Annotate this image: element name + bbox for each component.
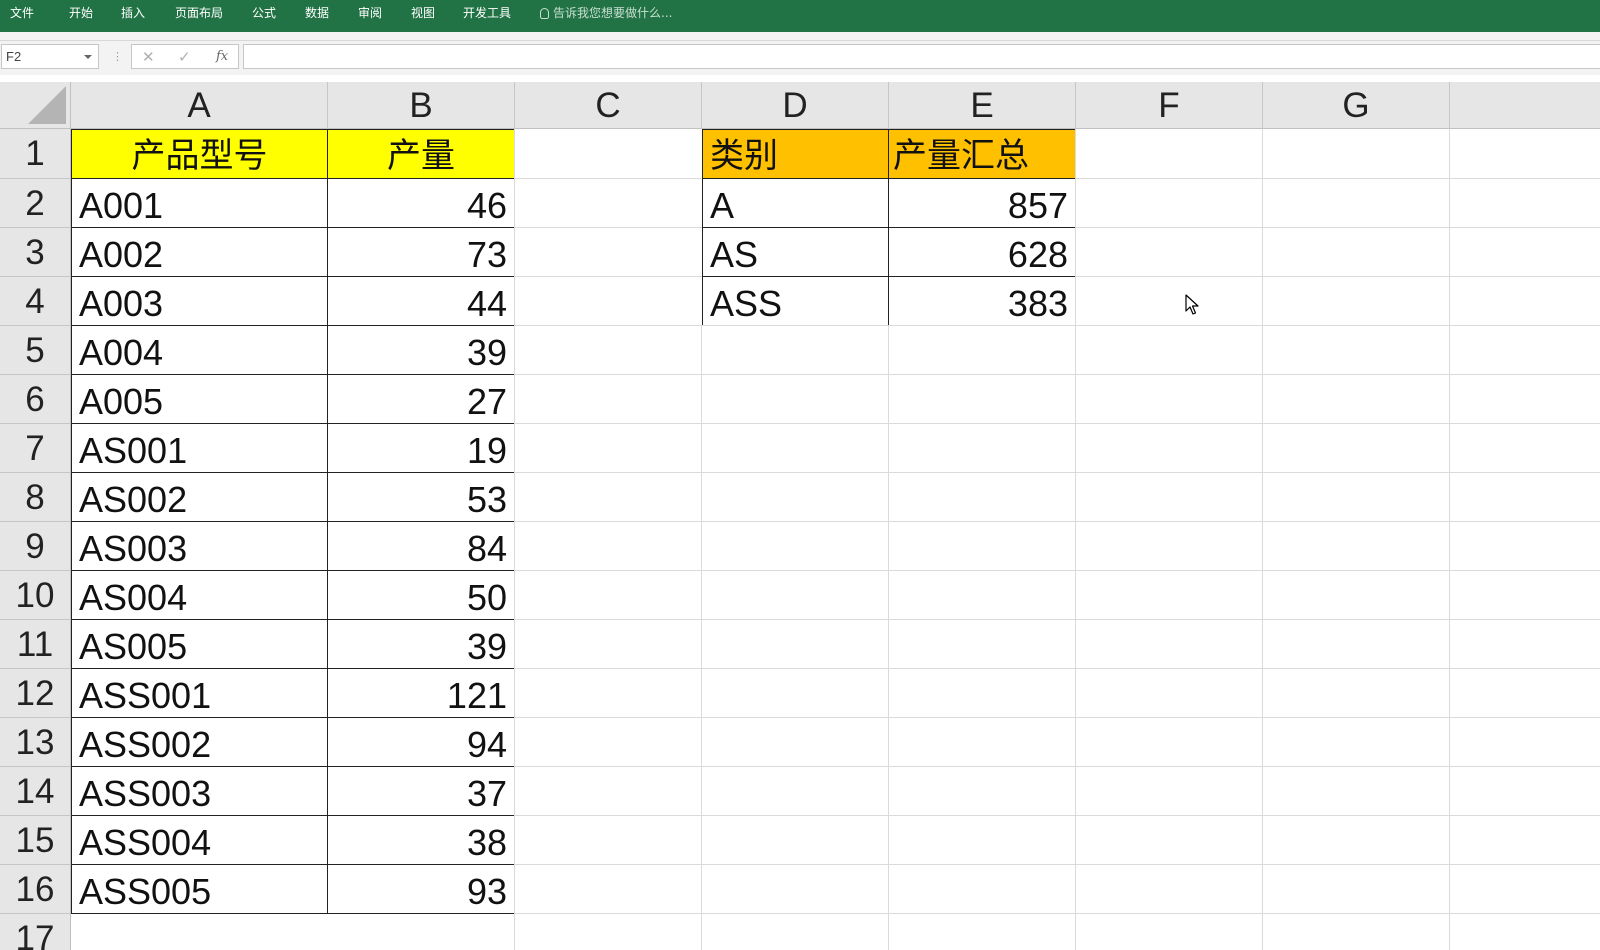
tab-view[interactable]: 视图 (411, 0, 435, 28)
chevron-down-icon[interactable] (84, 55, 92, 59)
tab-file[interactable]: 文件 (10, 0, 34, 28)
lightbulb-icon (540, 8, 549, 19)
insert-function-icon[interactable]: fx (216, 47, 228, 67)
cancel-icon[interactable]: ✕ (142, 47, 155, 67)
formula-bar: F2 ⋮ ✕ ✓ fx (0, 41, 1600, 75)
tab-home[interactable]: 开始 (69, 0, 93, 28)
more-options-icon: ⋮ (112, 50, 123, 63)
tab-review[interactable]: 审阅 (358, 0, 382, 28)
tab-page-layout[interactable]: 页面布局 (175, 0, 223, 28)
check-icon[interactable]: ✓ (178, 47, 191, 67)
gridlines (514, 129, 1600, 950)
worksheet-grid[interactable]: A B C D E F G H 1 2 3 4 5 6 7 8 9 10 11 … (0, 82, 1600, 950)
ribbon-collapsed-area (0, 32, 1600, 41)
name-box-value: F2 (6, 49, 22, 64)
tab-data[interactable]: 数据 (305, 0, 329, 28)
name-box[interactable]: F2 (1, 44, 99, 69)
tab-insert[interactable]: 插入 (121, 0, 145, 28)
formula-buttons: ✕ ✓ fx (131, 44, 239, 69)
ribbon-tab-bar: 文件 开始 插入 页面布局 公式 数据 审阅 视图 开发工具 告诉我您想要做什么… (0, 0, 1600, 32)
tell-me-search[interactable]: 告诉我您想要做什么... (540, 0, 672, 28)
tab-developer[interactable]: 开发工具 (463, 0, 511, 28)
mouse-cursor-icon (1185, 294, 1199, 315)
tab-formulas[interactable]: 公式 (252, 0, 276, 28)
tell-me-label: 告诉我您想要做什么... (553, 6, 673, 20)
formula-input[interactable] (243, 44, 1600, 69)
